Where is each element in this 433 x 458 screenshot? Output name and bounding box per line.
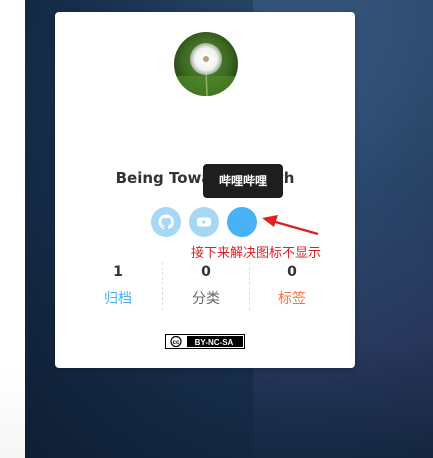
categories-label: 分类 [192,291,220,307]
youtube-icon [197,217,211,227]
cc-prefix-text: cc [173,340,180,346]
archives-count: 1 [113,264,123,280]
author-avatar[interactable] [174,32,238,96]
social-links [151,207,263,237]
archives-label: 归档 [104,291,132,307]
github-link[interactable] [151,207,181,237]
annotation-text: 接下来解决图标不显示 [191,246,322,261]
cc-license-icon: cc BY-NC-SA [165,334,245,349]
bilibili-tooltip: 哔哩哔哩 [203,164,283,198]
main-content-edge [0,0,25,458]
tags-count: 0 [287,264,297,280]
github-icon [158,214,174,230]
stat-categories[interactable]: 0 分类 [162,262,250,310]
red-arrow-annotation [262,215,319,236]
cc-license-text: BY-NC-SA [195,338,234,347]
cc-license-badge[interactable]: cc BY-NC-SA [165,334,245,349]
tags-label: 标签 [278,291,306,307]
stat-archives[interactable]: 1 归档 [75,262,161,310]
site-stats: 1 归档 0 分类 0 标签 [75,262,335,310]
stat-tags[interactable]: 0 标签 [249,262,335,310]
categories-count: 0 [201,264,211,280]
youtube-link[interactable] [189,207,219,237]
bilibili-link[interactable] [227,207,257,237]
dandelion-avatar-icon [174,32,238,96]
author-info-card: Being Towards Death 哔哩哔哩 1 归档 0 分类 0 标签 [55,12,355,368]
